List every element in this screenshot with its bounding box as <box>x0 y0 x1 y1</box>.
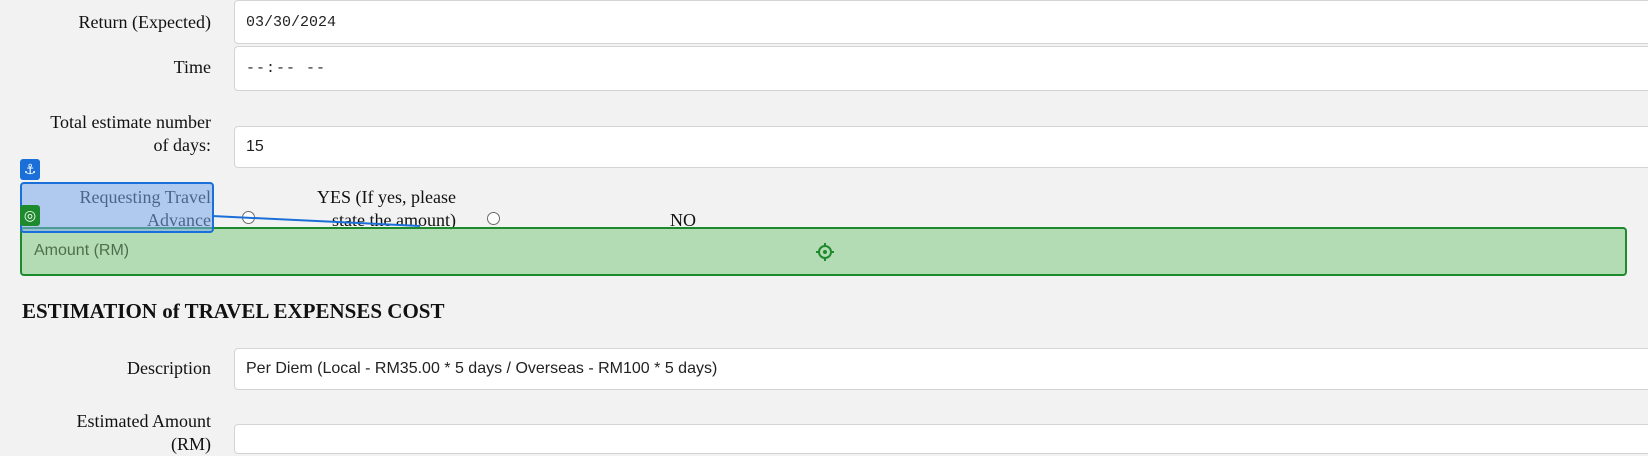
description-label: Description <box>127 358 211 378</box>
amount-placeholder: Amount (RM) <box>34 242 130 259</box>
crosshair-icon <box>816 243 834 261</box>
section-heading: ESTIMATION of TRAVEL EXPENSES COST <box>22 299 445 323</box>
amount-input[interactable]: Amount (RM) <box>20 227 1627 276</box>
estimated-amount-input[interactable] <box>234 424 1648 454</box>
estimated-amount-label-line2: (RM) <box>171 434 211 454</box>
description-input[interactable]: Per Diem (Local - RM35.00 * 5 days / Ove… <box>234 348 1648 390</box>
target-icon: ◎ <box>20 205 40 226</box>
estimated-amount-label: Estimated Amount (RM) <box>20 410 212 456</box>
estimated-amount-label-line1: Estimated Amount <box>76 411 212 431</box>
anchor-icon: ⚓ <box>20 159 40 180</box>
